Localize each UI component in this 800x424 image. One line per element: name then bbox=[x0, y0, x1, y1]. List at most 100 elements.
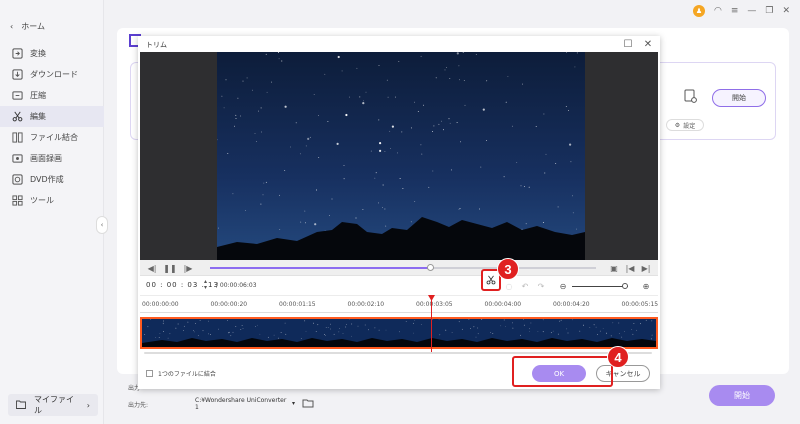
dialog-close-icon[interactable]: ✕ bbox=[642, 38, 654, 50]
dialog-title: トリム bbox=[146, 41, 167, 49]
pause-icon[interactable]: ❚❚ bbox=[163, 262, 176, 274]
sidebar: ‹ ホーム 変換 ダウンロード 圧縮 編集 ファイル結合 画面録画 DVD作成 … bbox=[0, 0, 104, 424]
next-frame-icon[interactable]: |▶ bbox=[182, 262, 194, 274]
sidebar-item-record[interactable]: 画面録画 bbox=[0, 148, 104, 169]
ruler-tick-label: 00:00:00:00 bbox=[142, 301, 179, 308]
close-icon[interactable]: ✕ bbox=[782, 6, 790, 16]
sidebar-item-dvd[interactable]: DVD作成 bbox=[0, 169, 104, 190]
time-stepper[interactable]: ▴ ▾ bbox=[204, 279, 207, 291]
sidebar-item-tools[interactable]: ツール bbox=[0, 190, 104, 211]
skip-back-icon[interactable]: |◀ bbox=[624, 262, 636, 274]
gear-icon: ⚙ bbox=[674, 121, 681, 129]
back-arrow-icon: ‹ bbox=[10, 22, 14, 31]
playback-controls: ◀| ❚❚ |▶ ▣ |◀ ▶| bbox=[140, 260, 658, 276]
trim-dialog: トリム ☐ ✕ ◀| ❚❚ |▶ ▣ |◀ ▶| 00: 00: 03 . … bbox=[138, 36, 660, 389]
item-settings-button[interactable]: ⚙ 設定 bbox=[666, 119, 704, 131]
my-files-label: マイファイル bbox=[34, 395, 74, 415]
dvd-icon bbox=[12, 174, 23, 185]
convert-icon bbox=[12, 48, 23, 59]
undo-icon[interactable]: ↶ bbox=[520, 281, 530, 291]
ruler-tick-label: 00:00:04:00 bbox=[484, 301, 522, 308]
record-icon bbox=[12, 153, 23, 164]
sidebar-collapse-handle[interactable]: ‹ bbox=[96, 216, 108, 234]
ruler-tick-label: 00:00:02:10 bbox=[347, 301, 385, 308]
progress-knob[interactable] bbox=[427, 264, 435, 271]
start-all-button[interactable]: 開始 bbox=[709, 385, 775, 406]
redo-icon[interactable]: ↷ bbox=[536, 281, 546, 291]
sidebar-item-label: ファイル結合 bbox=[30, 133, 78, 142]
merge-icon bbox=[12, 132, 23, 143]
ruler-tick-label: 00:00:04:20 bbox=[553, 301, 590, 308]
prev-frame-icon[interactable]: ◀| bbox=[146, 262, 158, 274]
sidebar-item-label: 変換 bbox=[30, 49, 46, 58]
sidebar-item-label: 圧縮 bbox=[30, 91, 46, 100]
progress-fill bbox=[210, 267, 431, 269]
output-path-value: C:¥Wondershare UniConverter 1 bbox=[195, 396, 287, 411]
timeline-scrollbar[interactable] bbox=[144, 352, 652, 354]
scissors-icon bbox=[486, 275, 496, 285]
trim-filmstrip[interactable] bbox=[140, 317, 658, 349]
my-files-button[interactable]: マイファイル › bbox=[8, 394, 98, 416]
chevron-down-icon: ▾ bbox=[291, 400, 295, 407]
menu-icon[interactable]: ≡ bbox=[731, 6, 739, 16]
sidebar-nav: 変換 ダウンロード 圧縮 編集 ファイル結合 画面録画 DVD作成 ツール bbox=[0, 43, 104, 211]
step-badge-3: 3 bbox=[497, 258, 519, 280]
starry-night-image bbox=[217, 52, 585, 261]
home-link[interactable]: ‹ ホーム bbox=[10, 21, 45, 32]
snapshot-icon[interactable]: ▣ bbox=[608, 262, 620, 274]
ruler-baseline bbox=[140, 312, 658, 313]
chevron-left-icon: ‹ bbox=[100, 221, 104, 229]
minimize-icon[interactable]: — bbox=[747, 6, 756, 16]
output-settings-icon[interactable] bbox=[684, 89, 697, 103]
sidebar-item-label: DVD作成 bbox=[30, 175, 64, 184]
sidebar-item-download[interactable]: ダウンロード bbox=[0, 64, 104, 85]
folder-icon bbox=[16, 400, 26, 411]
open-folder-icon[interactable] bbox=[302, 397, 314, 409]
total-duration: / 00:00:06:03 bbox=[216, 282, 257, 289]
filmstrip-thumbnails bbox=[142, 319, 656, 347]
zoom-knob[interactable] bbox=[622, 283, 628, 289]
tools-icon bbox=[12, 195, 23, 206]
playhead[interactable] bbox=[431, 297, 432, 352]
support-icon[interactable]: ◠ bbox=[714, 6, 722, 16]
output-path-label: 出力先: bbox=[128, 402, 149, 409]
window-topbar: ♟ ◠ ≡ — ❐ ✕ bbox=[680, 0, 800, 22]
sidebar-item-compress[interactable]: 圧縮 bbox=[0, 85, 104, 106]
compress-icon bbox=[12, 90, 23, 101]
skip-forward-icon[interactable]: ▶| bbox=[640, 262, 652, 274]
sidebar-item-merge[interactable]: ファイル結合 bbox=[0, 127, 104, 148]
playhead-marker-icon[interactable] bbox=[428, 295, 435, 301]
chevron-right-icon: › bbox=[86, 400, 90, 410]
avatar[interactable]: ♟ bbox=[692, 5, 705, 17]
merge-label: 1つのファイルに結合 bbox=[158, 371, 216, 378]
current-time-input[interactable]: 00 : 00 : 03 . 13 bbox=[146, 281, 219, 289]
sidebar-item-label: ツール bbox=[30, 196, 54, 205]
sidebar-item-label: ダウンロード bbox=[30, 70, 78, 79]
zoom-slider[interactable] bbox=[572, 286, 628, 287]
zoom-in-icon[interactable]: ⊕ bbox=[641, 281, 651, 291]
download-icon bbox=[12, 69, 23, 80]
sidebar-item-convert[interactable]: 変換 bbox=[0, 43, 104, 64]
ruler-tick-label: 00:00:00:20 bbox=[210, 301, 248, 308]
merge-option[interactable]: 1つのファイルに結合 bbox=[146, 369, 216, 378]
sidebar-item-label: 画面録画 bbox=[30, 154, 62, 163]
item-start-button[interactable]: 開始 bbox=[712, 89, 766, 107]
sidebar-item-edit[interactable]: 編集 bbox=[0, 106, 104, 127]
sidebar-item-label: 編集 bbox=[30, 112, 46, 121]
merge-checkbox[interactable] bbox=[146, 370, 153, 377]
ok-highlight-box bbox=[512, 356, 613, 387]
ruler-tick-label: 00:00:01:15 bbox=[279, 301, 316, 308]
output-path-select[interactable]: C:¥Wondershare UniConverter 1 ▾ bbox=[195, 396, 295, 411]
playback-progress[interactable] bbox=[210, 264, 596, 271]
scissors-icon bbox=[12, 111, 23, 122]
dialog-window-controls: ☐ ✕ bbox=[622, 38, 654, 50]
zoom-out-icon[interactable]: ⊖ bbox=[558, 281, 568, 291]
maximize-icon[interactable]: ☐ bbox=[622, 38, 634, 50]
video-frame bbox=[217, 52, 585, 261]
ruler-tick-label: 00:00:05:15 bbox=[621, 301, 659, 308]
restore-icon[interactable]: ❐ bbox=[765, 6, 773, 16]
delete-segment-icon[interactable]: ◌ bbox=[504, 281, 514, 291]
step-badge-4: 4 bbox=[607, 346, 629, 368]
ruler-tick-label: 00:00:03:05 bbox=[416, 301, 453, 308]
timeline-ruler: 00:00:00:00 00:00:00:20 00:00:01:15 00:00:0… bbox=[140, 298, 658, 314]
